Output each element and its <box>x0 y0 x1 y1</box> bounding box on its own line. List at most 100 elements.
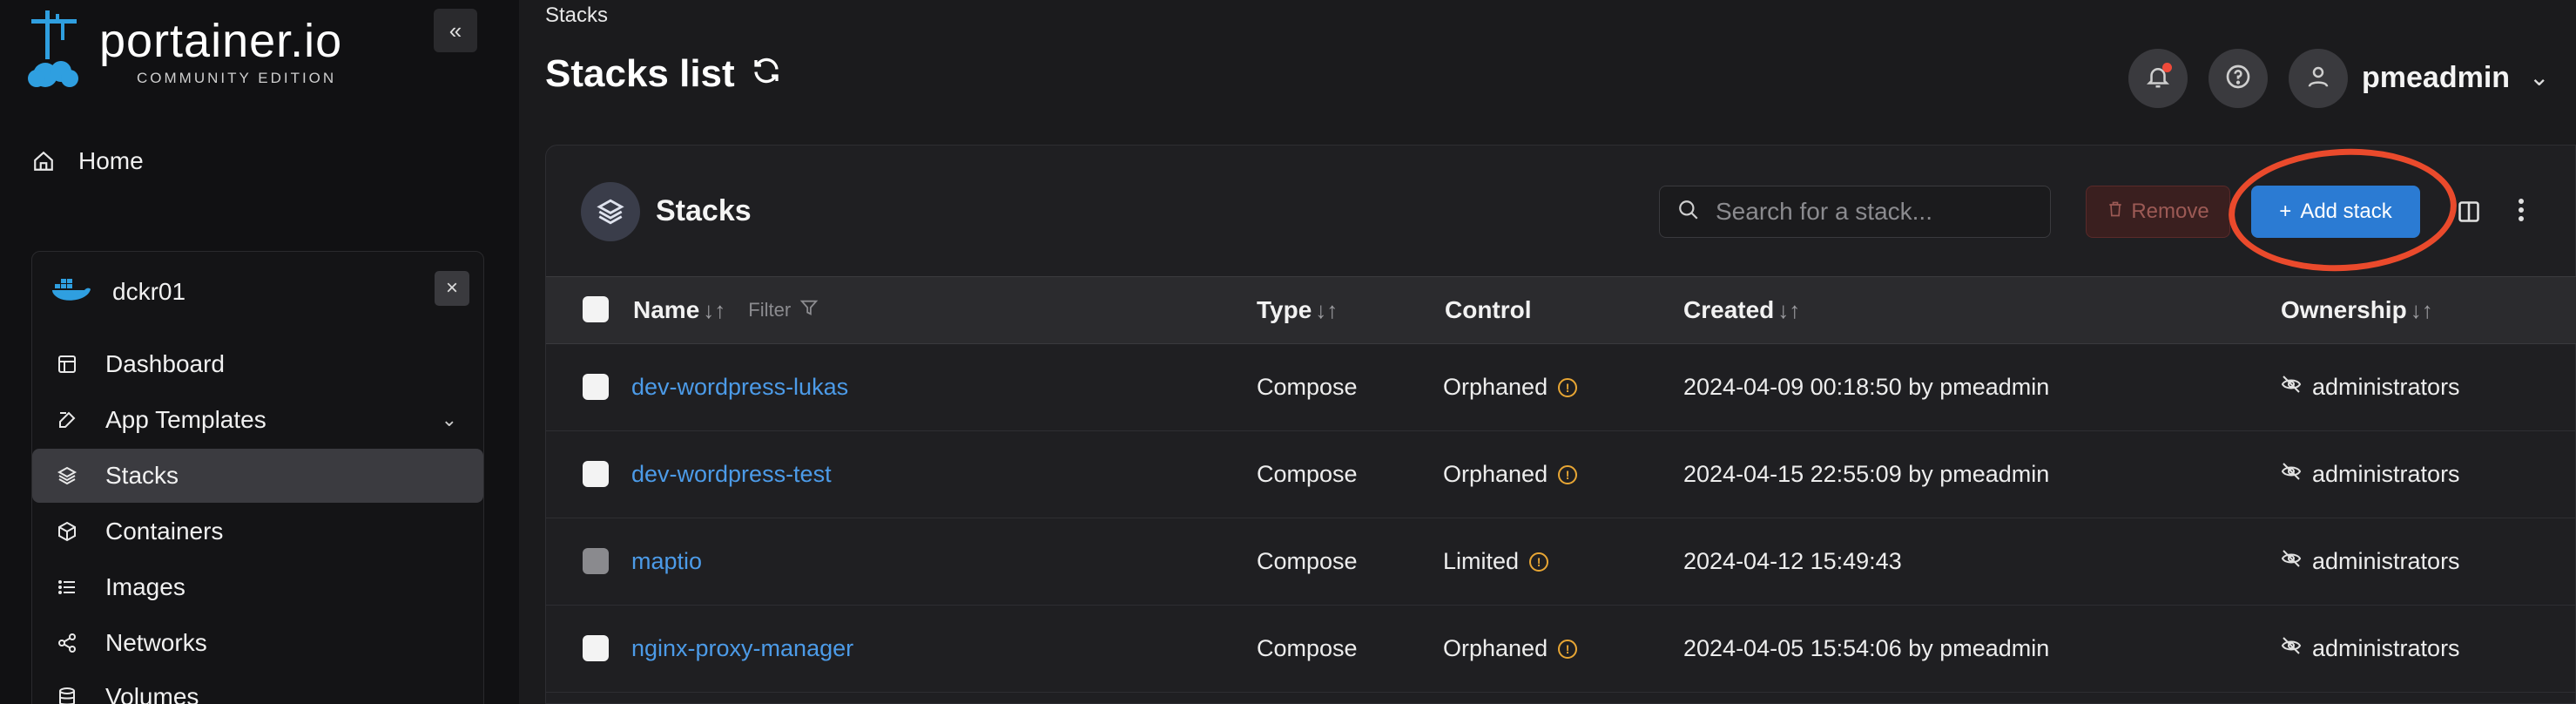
layers-icon <box>581 182 640 241</box>
stack-created: 2024-04-09 00:18:50 by pmeadmin <box>1683 374 2050 400</box>
eye-off-icon <box>2281 635 2302 662</box>
stack-type: Compose <box>1257 374 1358 400</box>
list-icon <box>55 575 79 599</box>
sidebar-item-label: App Templates <box>105 406 266 433</box>
stack-type: Compose <box>1257 461 1358 487</box>
column-name-label: Name <box>633 296 700 323</box>
environment-panel: dckr01 × Dashboard App Templates ⌄ Stack… <box>31 251 484 704</box>
chevron-down-icon: ⌄ <box>441 409 457 430</box>
filter-label: Filter <box>748 299 792 321</box>
row-checkbox[interactable] <box>583 461 609 487</box>
stack-control-label: Limited <box>1443 548 1520 574</box>
sidebar-item-dashboard[interactable]: Dashboard <box>32 337 483 391</box>
stack-created: 2024-04-12 15:49:43 <box>1683 548 1902 574</box>
ownership-label: administrators <box>2312 461 2460 487</box>
sidebar-item-label: Networks <box>105 629 207 656</box>
portainer-logo[interactable]: portainer.io COMMUNITY EDITION <box>26 9 374 96</box>
sidebar-item-home[interactable]: Home <box>31 139 144 183</box>
close-environment-button[interactable]: × <box>435 271 469 306</box>
warning-icon: ! <box>1558 639 1578 659</box>
sort-icon: ↓↑ <box>703 296 726 323</box>
column-created[interactable]: Created ↓↑ <box>1683 296 1800 324</box>
docker-icon <box>51 275 91 309</box>
stack-created: 2024-04-15 22:55:09 by pmeadmin <box>1683 461 2050 487</box>
remove-button[interactable]: Remove <box>2086 186 2230 238</box>
dashboard-icon <box>55 352 79 376</box>
search-input[interactable] <box>1716 198 2029 226</box>
collapse-sidebar-button[interactable]: « <box>434 9 477 52</box>
brand-name: portainer.io <box>99 15 343 67</box>
ownership-label: administrators <box>2312 374 2460 400</box>
column-created-label: Created <box>1683 296 1775 323</box>
sidebar-item-label: Home <box>78 147 144 174</box>
column-control: Control <box>1445 296 1532 324</box>
filter-icon <box>799 298 819 322</box>
columns-toggle-button[interactable] <box>2453 198 2485 229</box>
sidebar-item-images[interactable]: Images <box>32 560 483 614</box>
column-name[interactable]: Name ↓↑ Filter <box>633 296 819 324</box>
row-checkbox[interactable] <box>583 548 609 574</box>
filter-button[interactable]: Filter <box>748 298 819 322</box>
home-icon <box>31 149 56 173</box>
trash-icon <box>2107 200 2124 224</box>
column-type[interactable]: Type ↓↑ <box>1257 296 1338 324</box>
sidebar-item-app-templates[interactable]: App Templates ⌄ <box>32 393 483 447</box>
table-row: dev-wordpress-lukas Compose Orphaned! 20… <box>546 344 2576 431</box>
highlight-annotation <box>2225 143 2460 277</box>
sidebar-item-label: Images <box>105 573 185 600</box>
sidebar-item-label: Dashboard <box>105 350 225 377</box>
more-vertical-icon <box>2518 197 2525 230</box>
help-icon <box>2224 63 2252 95</box>
warning-icon: ! <box>1529 552 1549 572</box>
stack-created: 2024-04-05 15:54:06 by pmeadmin <box>1683 635 2050 661</box>
stack-control-label: Orphaned <box>1443 374 1548 400</box>
eye-off-icon <box>2281 374 2302 401</box>
search-icon <box>1677 199 1700 226</box>
more-options-button[interactable] <box>2512 198 2530 229</box>
refresh-icon[interactable] <box>751 52 782 96</box>
sidebar-item-containers[interactable]: Containers <box>32 504 483 558</box>
sidebar: portainer.io COMMUNITY EDITION « Home dc… <box>0 0 519 704</box>
stack-control: Orphaned! <box>1443 461 1578 488</box>
username[interactable]: pmeadmin <box>2362 61 2510 95</box>
stack-control-label: Orphaned <box>1443 635 1548 661</box>
notifications-button[interactable] <box>2128 49 2188 108</box>
layers-icon <box>55 464 79 488</box>
sidebar-item-volumes[interactable]: Volumes <box>32 670 483 704</box>
user-avatar[interactable] <box>2289 49 2348 108</box>
sidebar-item-stacks[interactable]: Stacks <box>32 449 483 503</box>
sort-icon: ↓↑ <box>1315 296 1339 323</box>
stack-control: Orphaned! <box>1443 635 1578 662</box>
brand-edition: COMMUNITY EDITION <box>137 70 337 86</box>
help-button[interactable] <box>2208 49 2268 108</box>
stack-type: Compose <box>1257 635 1358 661</box>
stack-name-link[interactable]: nginx-proxy-manager <box>631 635 853 662</box>
select-all-checkbox[interactable] <box>583 296 609 322</box>
column-control-label: Control <box>1445 296 1532 323</box>
column-ownership-label: Ownership <box>2281 296 2407 323</box>
eye-off-icon <box>2281 461 2302 488</box>
table-row: nginx-proxy-manager Compose Orphaned! 20… <box>546 606 2576 693</box>
sidebar-item-networks[interactable]: Networks <box>32 616 483 670</box>
sort-icon: ↓↑ <box>2410 296 2433 323</box>
row-checkbox[interactable] <box>583 374 609 400</box>
stack-name-link[interactable]: dev-wordpress-test <box>631 461 832 488</box>
stack-name-link[interactable]: dev-wordpress-lukas <box>631 374 848 401</box>
portainer-crane-icon <box>28 10 78 87</box>
eye-off-icon <box>2281 548 2302 575</box>
stack-name-link[interactable]: maptio <box>631 548 702 575</box>
row-checkbox[interactable] <box>583 635 609 661</box>
database-icon <box>55 685 79 704</box>
share-icon <box>55 631 79 655</box>
chevron-down-icon[interactable]: ⌄ <box>2529 63 2549 91</box>
search-box[interactable] <box>1659 186 2051 238</box>
breadcrumb[interactable]: Stacks <box>545 3 608 28</box>
sort-icon: ↓↑ <box>1777 296 1801 323</box>
user-icon <box>2305 64 2331 94</box>
warning-icon: ! <box>1558 377 1578 397</box>
table-header: Name ↓↑ Filter Type ↓↑ Control Created ↓… <box>546 276 2576 344</box>
column-ownership[interactable]: Ownership ↓↑ <box>2281 296 2433 324</box>
remove-button-label: Remove <box>2131 200 2209 223</box>
columns-icon <box>2457 200 2481 228</box>
edit-icon <box>55 408 79 432</box>
